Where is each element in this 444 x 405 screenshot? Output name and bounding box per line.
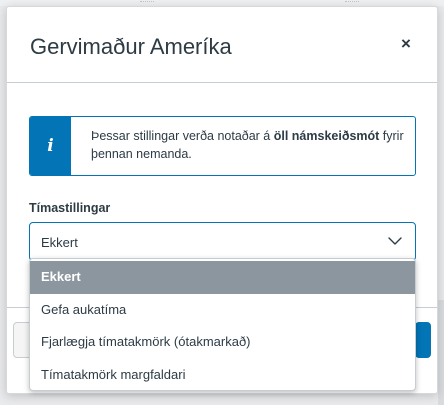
modal-header: Gervimaður Ameríka × (7, 7, 437, 83)
page-backdrop-right (438, 300, 444, 405)
option-extra-time[interactable]: Gefa aukatíma (30, 294, 415, 327)
save-button[interactable] (415, 322, 431, 358)
drag-grip (140, 1, 154, 3)
option-remove-time-limit[interactable]: Fjarlægja tímatakmörk (ótakmarkað) (30, 326, 415, 359)
info-alert-text: Þessar stillingar verða notaðar á öll ná… (91, 127, 407, 163)
option-ekkert[interactable]: Ekkert (30, 261, 415, 294)
chevron-down-icon (388, 237, 402, 245)
close-icon[interactable]: × (397, 35, 415, 53)
modal-title: Gervimaður Ameríka (30, 34, 232, 59)
option-time-limit-multiplier[interactable]: Tímatakmörk margfaldari (30, 359, 415, 392)
time-settings-select[interactable]: Ekkert (29, 222, 416, 261)
time-settings-selected-value: Ekkert (41, 235, 78, 250)
time-settings-dropdown-list: Ekkert Gefa aukatíma Fjarlægja tímatakmö… (29, 258, 416, 391)
info-text-before: Þessar stillingar verða notaðar á (91, 129, 274, 143)
drag-grip (345, 1, 359, 3)
info-alert: i Þessar stillingar verða notaðar á öll … (29, 116, 416, 176)
info-icon: i (30, 117, 71, 175)
info-text-bold: öll námskeiðsmót (273, 129, 380, 143)
time-settings-label: Tímastillingar (29, 201, 111, 215)
